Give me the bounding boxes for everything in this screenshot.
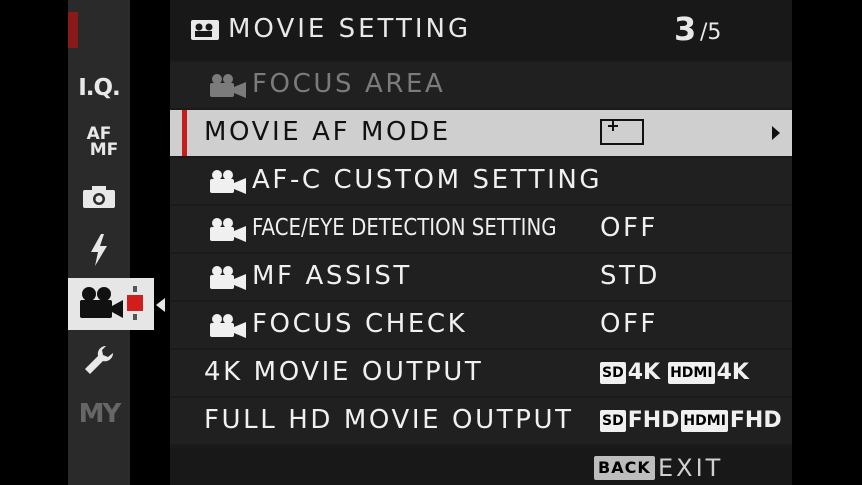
menu-footer: BACK EXIT bbox=[170, 448, 792, 485]
tab-iq-label: I.Q. bbox=[78, 75, 121, 101]
movie-camera-icon bbox=[210, 218, 246, 242]
tab-pointer-icon bbox=[156, 298, 165, 312]
exit-label: EXIT bbox=[658, 454, 724, 482]
tab-movie-setting[interactable] bbox=[68, 278, 154, 330]
movie-camera-icon bbox=[210, 170, 246, 194]
af-area-icon bbox=[600, 119, 644, 145]
back-button-icon[interactable]: BACK bbox=[594, 456, 655, 480]
tab-mf-label: MF bbox=[89, 140, 119, 160]
menu-tab-column: I.Q. AF MF MY bbox=[68, 0, 154, 485]
sd-card-icon: SD bbox=[600, 361, 626, 384]
page-number: 3 bbox=[674, 10, 697, 48]
movie-camera-icon bbox=[210, 314, 246, 338]
output-value: SD 4K HDMI 4K bbox=[600, 360, 749, 385]
camera-icon bbox=[83, 186, 115, 208]
page-title: MOVIE SETTING bbox=[228, 14, 472, 44]
tab-image-quality[interactable]: I.Q. bbox=[68, 66, 130, 110]
movie-camera-icon bbox=[80, 286, 143, 320]
menu-item-label: FULL HD MOVIE OUTPUT bbox=[204, 405, 574, 435]
tab-my-label: MY bbox=[78, 399, 122, 429]
hdmi-resolution: FHD bbox=[729, 408, 782, 433]
movie-menu-icon bbox=[191, 20, 219, 40]
menu-item-label: FACE/EYE DETECTION SETTING bbox=[252, 215, 557, 241]
tab-my-menu[interactable]: MY bbox=[68, 392, 130, 436]
movie-camera-icon bbox=[210, 74, 246, 98]
selection-indicator bbox=[182, 110, 187, 156]
output-value: SD FHD HDMI FHD bbox=[600, 408, 782, 433]
sd-card-icon: SD bbox=[600, 409, 626, 432]
menu-item-label: FOCUS CHECK bbox=[252, 309, 468, 339]
menu-item-label: 4K MOVIE OUTPUT bbox=[204, 357, 484, 387]
menu-item-value: STD bbox=[600, 261, 660, 291]
tab-flash-setting[interactable] bbox=[68, 228, 130, 272]
menu-item-full-hd-movie-output[interactable]: FULL HD MOVIE OUTPUT SD FHD HDMI FHD bbox=[170, 398, 792, 444]
menu-item-value: OFF bbox=[600, 213, 658, 243]
menu-item-mf-assist[interactable]: MF ASSIST STD bbox=[170, 254, 792, 300]
menu-item-label: MF ASSIST bbox=[252, 261, 412, 291]
tab-indicator bbox=[68, 12, 78, 48]
menu-item-focus-area: FOCUS AREA bbox=[170, 62, 792, 108]
sd-resolution: 4K bbox=[627, 360, 661, 385]
hdmi-icon: HDMI bbox=[668, 361, 715, 384]
menu-item-4k-movie-output[interactable]: 4K MOVIE OUTPUT SD 4K HDMI 4K bbox=[170, 350, 792, 396]
menu-header: MOVIE SETTING 3 /5 bbox=[170, 0, 792, 60]
menu-item-value: OFF bbox=[600, 309, 658, 339]
menu-item-movie-af-mode[interactable]: MOVIE AF MODE bbox=[170, 110, 792, 156]
hdmi-resolution: 4K bbox=[716, 360, 749, 385]
flash-icon bbox=[91, 234, 107, 266]
chevron-right-icon bbox=[772, 126, 780, 140]
page-total: /5 bbox=[700, 20, 722, 45]
menu-item-label: MOVIE AF MODE bbox=[204, 117, 451, 147]
movie-camera-icon bbox=[210, 266, 246, 290]
hdmi-icon: HDMI bbox=[681, 409, 728, 432]
menu-panel: MOVIE SETTING 3 /5 FOCUS AREA MOVIE AF M… bbox=[170, 0, 792, 485]
tab-af-mf[interactable]: AF MF bbox=[68, 120, 130, 164]
menu-item-label: AF-C CUSTOM SETTING bbox=[252, 165, 603, 195]
menu-item-face-eye-detection[interactable]: FACE/EYE DETECTION SETTING OFF bbox=[170, 206, 792, 252]
menu-item-label: FOCUS AREA bbox=[252, 69, 446, 99]
tab-shooting-setting[interactable] bbox=[68, 175, 130, 219]
menu-item-focus-check[interactable]: FOCUS CHECK OFF bbox=[170, 302, 792, 348]
tab-setup[interactable] bbox=[68, 338, 130, 382]
menu-item-afc-custom-setting[interactable]: AF-C CUSTOM SETTING bbox=[170, 158, 792, 204]
sd-resolution: FHD bbox=[627, 408, 680, 433]
wrench-icon bbox=[85, 345, 114, 374]
